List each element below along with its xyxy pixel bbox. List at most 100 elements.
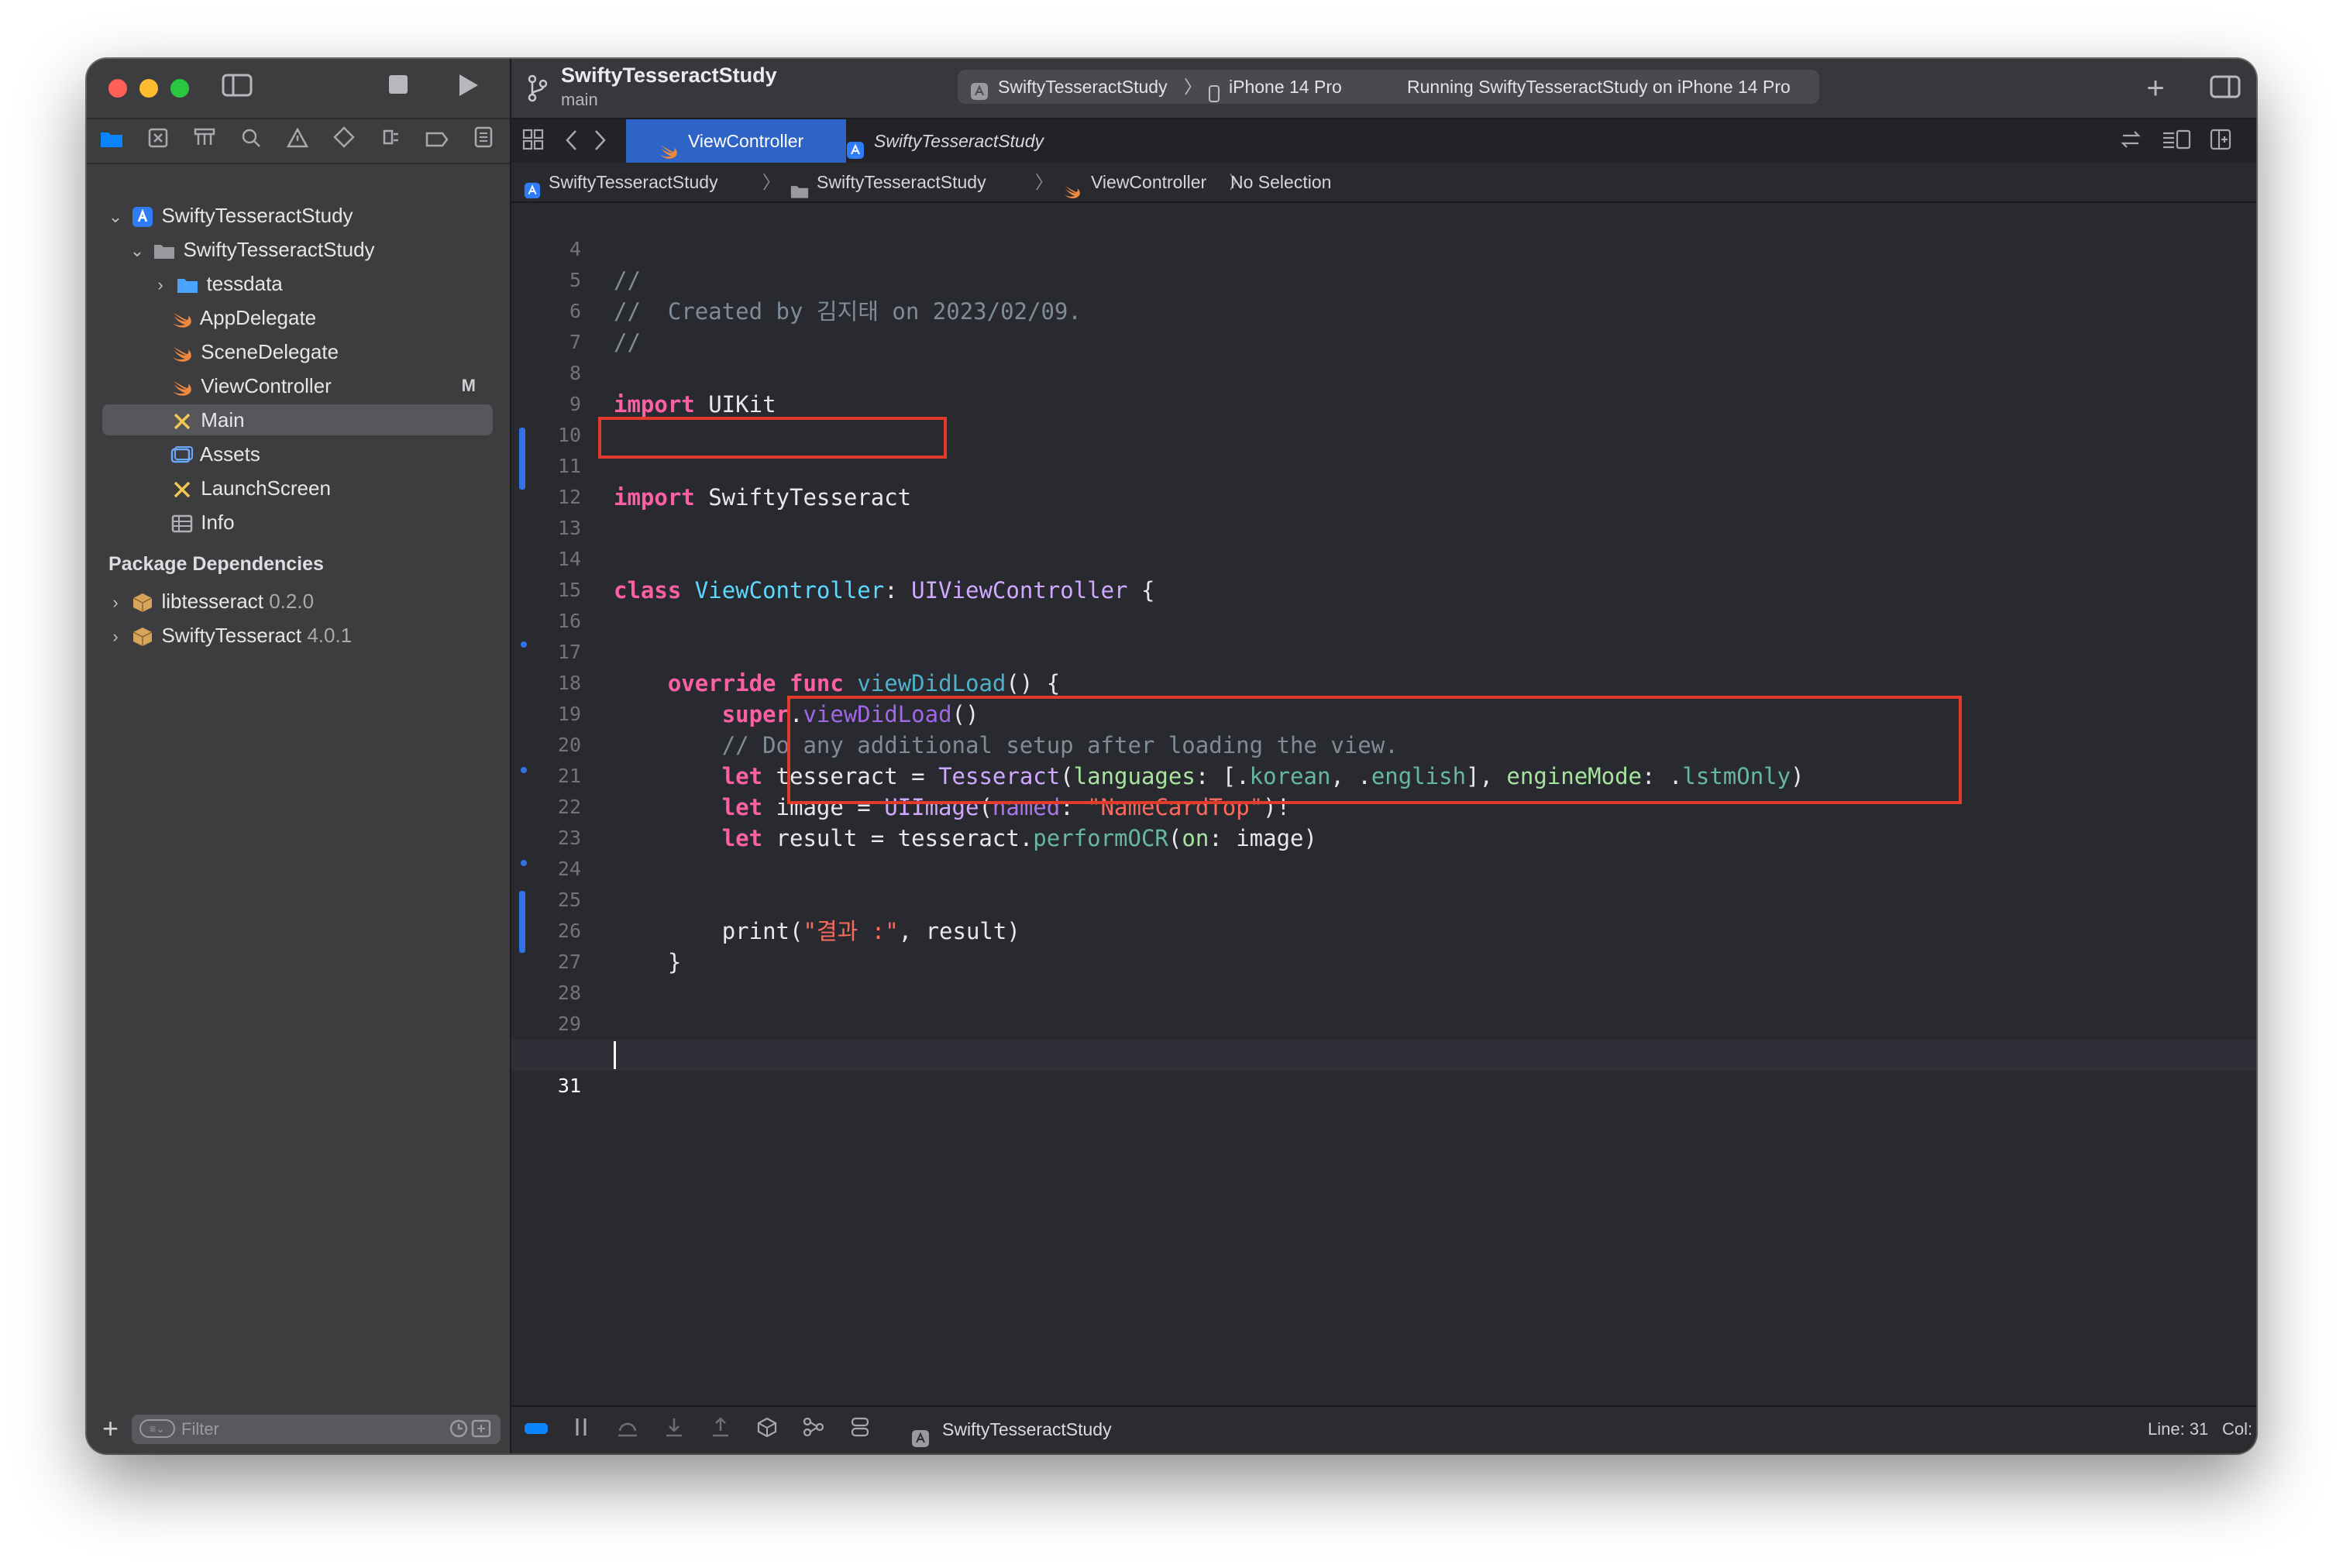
- source-editor[interactable]: 4 // 5 // Created by 김지태 on 2023/02/09. …: [511, 203, 2256, 1405]
- tree-item-label: LaunchScreen: [201, 476, 331, 500]
- breakpoint-navigator-icon[interactable]: [423, 126, 451, 156]
- chevron-down-icon[interactable]: ⌄: [129, 236, 146, 266]
- tree-item-project[interactable]: ⌄ SwiftyTesseractStudy: [107, 200, 353, 231]
- chevron-right-icon[interactable]: ›: [152, 270, 169, 301]
- tree-item-group[interactable]: ⌄ SwiftyTesseractStudy: [129, 234, 375, 265]
- device-selector[interactable]: iPhone 14 Pro: [1229, 70, 1342, 104]
- project-navigator-folder-icon[interactable]: [98, 126, 126, 156]
- pause-icon[interactable]: [567, 1415, 595, 1446]
- back-chevron-icon[interactable]: [564, 129, 580, 156]
- xcode-window: ⌄ SwiftyTesseractStudy ⌄ SwiftyTesseract…: [87, 59, 2256, 1453]
- tree-item-main[interactable]: Main: [169, 404, 245, 435]
- tree-item-scenedelegate[interactable]: SceneDelegate: [169, 336, 339, 367]
- tree-item-info[interactable]: Info: [169, 507, 235, 538]
- jump-bar[interactable]: SwiftyTesseractStudy 〉 SwiftyTesseractSt…: [511, 163, 2256, 203]
- code-line: 10: [511, 389, 2256, 446]
- tree-item-tessdata[interactable]: › tessdata: [152, 268, 282, 301]
- stop-icon[interactable]: [381, 73, 415, 104]
- view-hierarchy-icon[interactable]: [753, 1415, 781, 1446]
- package-name: SwiftyTesseract: [161, 624, 302, 647]
- code-line: 27: [511, 916, 2256, 973]
- scheme-selector[interactable]: SwiftyTesseractStudy: [998, 70, 1168, 104]
- library-plus-icon[interactable]: +: [2138, 73, 2173, 104]
- editor-tab-bar: ViewController SwiftyTesseractStudy: [511, 118, 2256, 164]
- navigator-filter-bar: + ≡⌄ Filter: [87, 1407, 510, 1453]
- debug-navigator-icon[interactable]: [377, 126, 404, 156]
- swap-arrows-icon[interactable]: [2120, 129, 2142, 154]
- chevron-down-icon[interactable]: ⌄: [107, 201, 124, 232]
- line-number: 31: [557, 1075, 581, 1097]
- symbol-navigator-icon[interactable]: [191, 126, 218, 156]
- cursor-line-position: Line: 31: [2148, 1419, 2209, 1439]
- debug-process-name[interactable]: SwiftyTesseractStudy: [942, 1407, 1112, 1452]
- source-control-icon[interactable]: [144, 126, 172, 156]
- package-item-swiftytesseract[interactable]: › SwiftyTesseract 4.0.1: [107, 620, 352, 651]
- navigator-filter-input[interactable]: ≡⌄ Filter: [132, 1415, 501, 1444]
- tree-item-label: SwiftyTesseractStudy: [161, 204, 353, 227]
- find-navigator-search-icon[interactable]: [237, 126, 265, 156]
- step-out-icon[interactable]: [707, 1415, 735, 1446]
- project-title: SwiftyTesseractStudy: [561, 64, 777, 87]
- code-line: 13: [511, 482, 2256, 539]
- blue-folder-icon: [174, 268, 201, 299]
- code-line: 14 class ViewController: UIViewControlle…: [511, 513, 2256, 603]
- filter-options-icon[interactable]: ≡⌄: [139, 1419, 175, 1438]
- selected-row-highlight: [102, 404, 493, 435]
- forward-chevron-icon[interactable]: [592, 129, 607, 156]
- step-into-icon[interactable]: [660, 1415, 688, 1446]
- breadcrumb-item[interactable]: ViewController: [1091, 163, 1206, 201]
- code-line: 7: [511, 296, 2256, 353]
- tab-label: ViewController: [688, 131, 804, 151]
- memory-graph-icon[interactable]: [800, 1415, 827, 1446]
- run-icon[interactable]: [451, 73, 485, 104]
- tree-item-viewcontroller[interactable]: ViewController M: [169, 370, 476, 401]
- issue-navigator-warning-icon[interactable]: [284, 126, 311, 156]
- package-item-libtesseract[interactable]: › libtesseract 0.2.0: [107, 586, 314, 617]
- folder-icon: [151, 234, 177, 265]
- code-line: 15: [511, 544, 2256, 601]
- filter-placeholder: Filter: [181, 1419, 219, 1439]
- add-file-plus-icon[interactable]: +: [102, 1413, 119, 1444]
- step-over-icon[interactable]: [614, 1415, 642, 1446]
- sidebar-toggle-icon[interactable]: [220, 73, 254, 104]
- minimize-window-button[interactable]: [139, 79, 158, 98]
- tree-item-assets[interactable]: Assets: [169, 438, 260, 469]
- breadcrumb-item[interactable]: No Selection: [1230, 163, 1331, 201]
- run-status: Running SwiftyTesseractStudy on iPhone 1…: [1407, 77, 1791, 97]
- sidebar-titlebar: [87, 59, 510, 118]
- zoom-window-button[interactable]: [170, 79, 189, 98]
- code-line: 16: [511, 575, 2256, 632]
- tab-swiftytesseractstudy[interactable]: SwiftyTesseractStudy: [810, 119, 1082, 163]
- package-version: 4.0.1: [307, 624, 353, 647]
- code-line: 6 //: [511, 265, 2256, 356]
- inspector-toggle-icon[interactable]: [2208, 74, 2242, 105]
- activity-viewer[interactable]: SwiftyTesseractStudy 〉 iPhone 14 Pro Run…: [958, 70, 1819, 104]
- tree-item-launchscreen[interactable]: LaunchScreen: [169, 473, 331, 504]
- storyboard-icon: [169, 404, 195, 435]
- modified-badge: M: [461, 376, 476, 395]
- highlight-box-ocr-code: [787, 696, 1962, 804]
- chevron-right-icon[interactable]: ›: [107, 587, 124, 618]
- code-line: 4 //: [511, 203, 2256, 294]
- code-line: 19 // Do any additional setup after load…: [511, 668, 2256, 758]
- close-window-button[interactable]: [108, 79, 127, 98]
- plist-icon: [169, 507, 195, 538]
- tree-item-appdelegate[interactable]: AppDelegate: [169, 302, 316, 333]
- test-navigator-diamond-icon[interactable]: [330, 126, 358, 156]
- console-toggle-icon[interactable]: [522, 1415, 550, 1446]
- debug-bar: SwiftyTesseractStudy Line: 31 Col: 1: [511, 1405, 2256, 1453]
- breadcrumb-item[interactable]: SwiftyTesseractStudy: [817, 163, 986, 201]
- editor-options-icon[interactable]: [2162, 129, 2191, 154]
- package-icon: [129, 620, 156, 651]
- branch-icon: [527, 74, 549, 106]
- breadcrumb-item[interactable]: SwiftyTesseractStudy: [549, 163, 718, 201]
- code-line: 5 // Created by 김지태 on 2023/02/09.: [511, 234, 2256, 325]
- add-editor-icon[interactable]: [2210, 129, 2231, 154]
- cursor-col-position: Col: 1: [2222, 1419, 2253, 1439]
- grid-related-items-icon[interactable]: [522, 129, 544, 154]
- recent-files-clock-icon[interactable]: [449, 1418, 493, 1445]
- chevron-right-icon[interactable]: ›: [107, 621, 124, 652]
- swift-file-icon: [169, 302, 195, 333]
- environment-overrides-icon[interactable]: [846, 1415, 874, 1446]
- report-navigator-icon[interactable]: [470, 126, 497, 156]
